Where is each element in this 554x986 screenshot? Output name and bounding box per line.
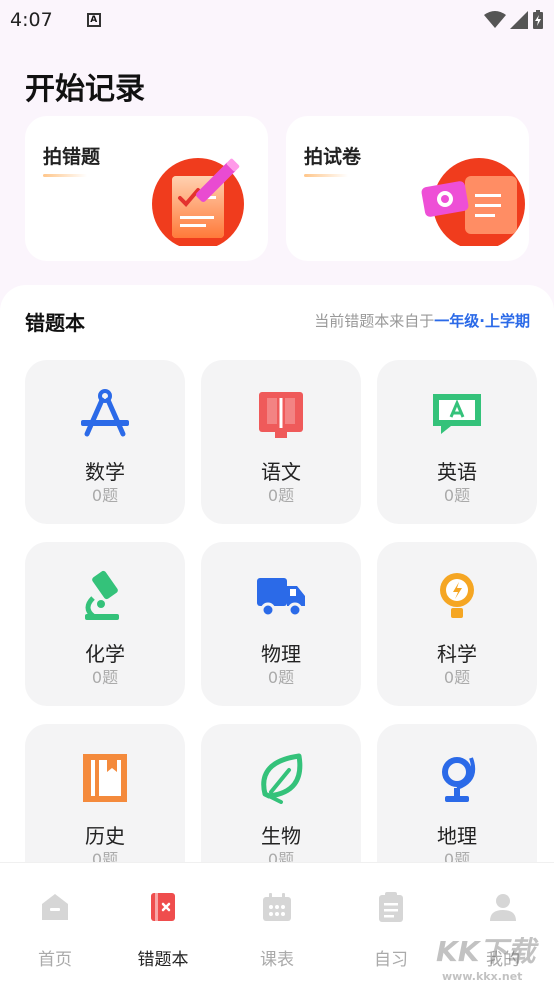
tab-home[interactable]: 首页 — [0, 863, 110, 986]
notebook-source-note: 当前错题本来自于一年级·上学期 — [314, 310, 530, 331]
tab-label: 首页 — [38, 950, 72, 970]
tab-self-study[interactable]: 自习 — [336, 863, 446, 986]
microscope-icon — [85, 570, 119, 620]
truck-icon — [257, 578, 305, 618]
calendar-icon — [263, 893, 291, 921]
tab-wrong-notebook[interactable]: 错题本 — [108, 863, 218, 986]
subject-name: 生物 — [261, 824, 301, 848]
wrong-notebook-icon — [151, 893, 175, 921]
subject-name: 数学 — [85, 460, 125, 484]
subject-chinese[interactable]: 语文 0题 — [201, 360, 361, 524]
subject-count: 0题 — [267, 486, 295, 505]
camera-paper-icon — [421, 158, 525, 246]
book-bookmark-icon — [83, 754, 127, 802]
subject-name: 科学 — [437, 642, 477, 666]
label-underline — [304, 174, 348, 177]
status-icons — [484, 10, 544, 30]
globe-icon — [442, 757, 476, 802]
tab-label: 自习 — [374, 950, 408, 970]
notebook-title: 错题本 — [25, 311, 85, 335]
battery-icon — [533, 10, 543, 29]
subject-name: 地理 — [437, 824, 477, 848]
clipboard-pen-icon — [152, 158, 244, 246]
wifi-icon — [484, 11, 506, 28]
subject-count: 0题 — [267, 668, 295, 687]
book-icon — [259, 392, 303, 438]
subject-name: 英语 — [437, 460, 477, 484]
subject-count: 0题 — [443, 668, 471, 687]
page-title: 开始记录 — [25, 72, 145, 107]
subject-english[interactable]: 英语 0题 — [377, 360, 537, 524]
subject-name: 物理 — [261, 642, 301, 666]
subject-name: 语文 — [261, 460, 301, 484]
grade-link[interactable]: 一年级·上学期 — [434, 312, 530, 330]
subject-count: 0题 — [91, 486, 119, 505]
label-underline — [43, 174, 87, 177]
tab-label: 错题本 — [137, 950, 189, 970]
clipboard-icon — [379, 892, 403, 922]
subject-name: 历史 — [85, 824, 125, 848]
subject-count: 0题 — [443, 486, 471, 505]
tab-label: 课表 — [260, 950, 294, 970]
compass-icon — [81, 389, 129, 437]
tab-schedule[interactable]: 课表 — [222, 863, 332, 986]
letter-a-board-icon — [433, 394, 481, 434]
user-icon — [490, 894, 516, 921]
signal-icon — [510, 11, 528, 29]
subject-physics[interactable]: 物理 0题 — [201, 542, 361, 706]
lightbulb-icon — [440, 573, 474, 618]
subject-count: 0题 — [91, 668, 119, 687]
status-time: 4:07 — [10, 9, 53, 31]
subject-math[interactable]: 数学 0题 — [25, 360, 185, 524]
status-bar: 4:07 A — [0, 0, 554, 40]
tab-mine[interactable]: 我的 — [448, 863, 554, 986]
notification-a-icon: A — [86, 13, 101, 27]
note-prefix: 当前错题本来自于 — [314, 312, 435, 330]
notebook-panel: 错题本 当前错题本来自于一年级·上学期 数学 0题 语文 0题 英语 0题 化学… — [0, 285, 554, 888]
subject-chemistry[interactable]: 化学 0题 — [25, 542, 185, 706]
photo-paper-label: 拍试卷 — [304, 146, 362, 168]
leaf-icon — [261, 753, 303, 804]
photo-question-label: 拍错题 — [43, 146, 101, 168]
tab-label: 我的 — [486, 950, 520, 970]
bottom-tab-bar: 首页 错题本 课表 自习 我的 — [0, 862, 554, 986]
photo-question-card[interactable]: 拍错题 — [25, 116, 268, 261]
home-icon — [42, 894, 68, 920]
photo-paper-card[interactable]: 拍试卷 — [286, 116, 529, 261]
subject-name: 化学 — [85, 642, 125, 666]
subject-science[interactable]: 科学 0题 — [377, 542, 537, 706]
